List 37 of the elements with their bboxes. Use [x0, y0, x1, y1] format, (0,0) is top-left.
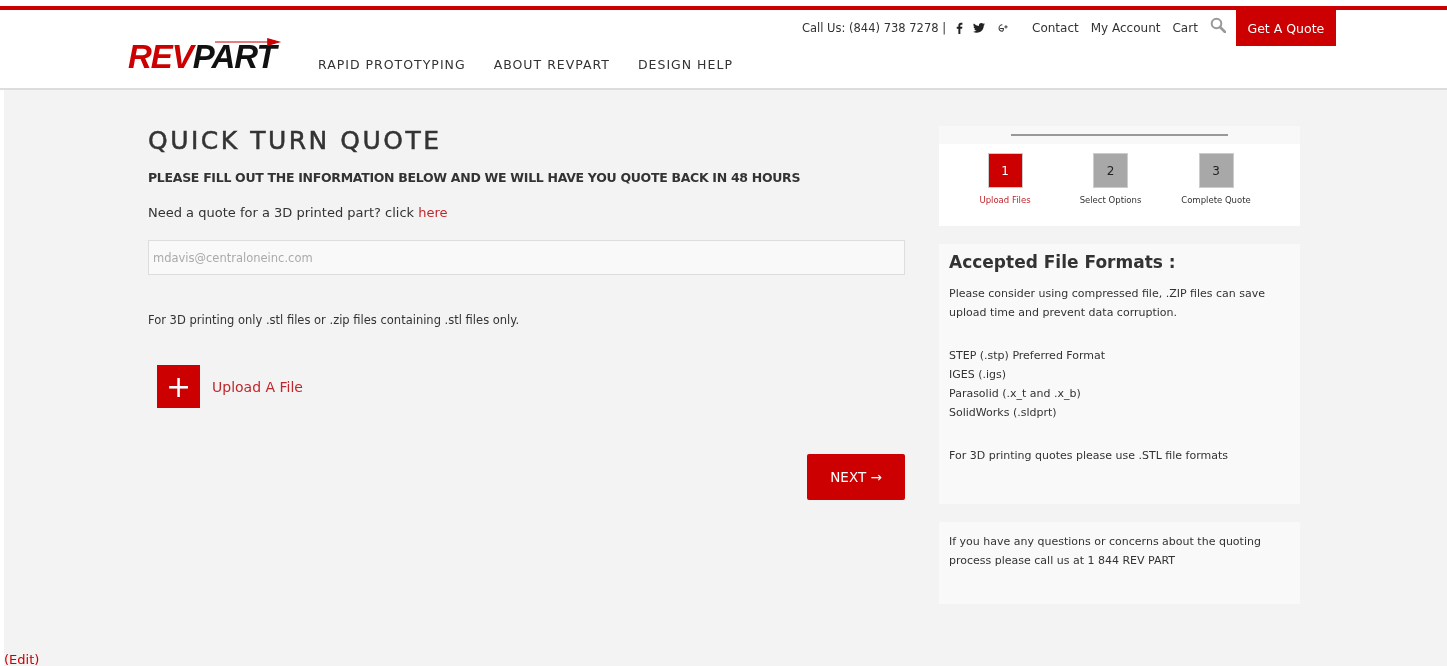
step-number[interactable]: 2 [1093, 153, 1128, 188]
edit-link[interactable]: (Edit) [4, 652, 40, 666]
stl-note: For 3D printing quotes please use .STL file formats [949, 448, 1229, 464]
formats-intro: Please consider using compressed file, .ZIP files can save upload time and prevent data corruption. [949, 286, 1267, 321]
search-icon[interactable] [1209, 17, 1226, 33]
upload-file-link[interactable]: Upload A File [212, 378, 303, 395]
twitter-icon[interactable] [973, 23, 986, 33]
formats-title: Accepted File Formats : [949, 252, 1177, 272]
page-subtitle: PLEASE FILL OUT THE INFORMATION BELOW AND WE WILL HAVE YOU QUOTE BACK IN 48 HOURS [148, 170, 802, 185]
header-link[interactable]: My Account [1090, 21, 1161, 35]
header-link[interactable]: Contact [1032, 21, 1079, 35]
step-number[interactable]: 1 [987, 153, 1023, 188]
get-a-quote-button[interactable]: Get A Quote [1235, 10, 1336, 46]
phone-number: Call Us: (844) 738 7278 | [802, 21, 947, 35]
nav-link[interactable]: DESIGN HELP [637, 57, 733, 72]
page-title: QUICK TURN QUOTE [148, 126, 443, 156]
logo[interactable]: REVPART [124, 32, 286, 76]
format-item: Parasolid (.x_t and .x_b) [949, 386, 1082, 402]
help-text: If you have any questions or concerns about the quoting process please call us at 1 844 REV PART [949, 534, 1262, 569]
step-label: Complete Quote [1181, 195, 1251, 205]
header-link[interactable]: Cart [1172, 21, 1198, 35]
here-link[interactable]: here [418, 205, 448, 220]
step-label: Upload Files [979, 195, 1031, 205]
prompt-text: Need a quote for a 3D printed part? click [148, 205, 415, 220]
format-item: IGES (.igs) [949, 367, 1008, 383]
step-number[interactable]: 3 [1198, 153, 1234, 188]
nav-link[interactable]: RAPID PROTOTYPING [318, 57, 466, 72]
step-label: Select Options [1079, 195, 1142, 205]
upload-plus-button[interactable]: + [157, 365, 200, 408]
facebook-icon[interactable] [956, 22, 964, 34]
format-item: STEP (.stp) Preferred Format [949, 348, 1107, 364]
next-button[interactable]: NEXT → [807, 454, 905, 500]
nav-link[interactable]: ABOUT REVPART [493, 57, 610, 72]
google-plus-icon[interactable] [995, 21, 1009, 35]
file-note: For 3D printing only .stl files or .zip files containing .stl files only. [148, 313, 521, 327]
format-item: SolidWorks (.sldprt) [949, 405, 1058, 421]
email-field[interactable]: mdavis@centraloneinc.com [148, 240, 905, 275]
